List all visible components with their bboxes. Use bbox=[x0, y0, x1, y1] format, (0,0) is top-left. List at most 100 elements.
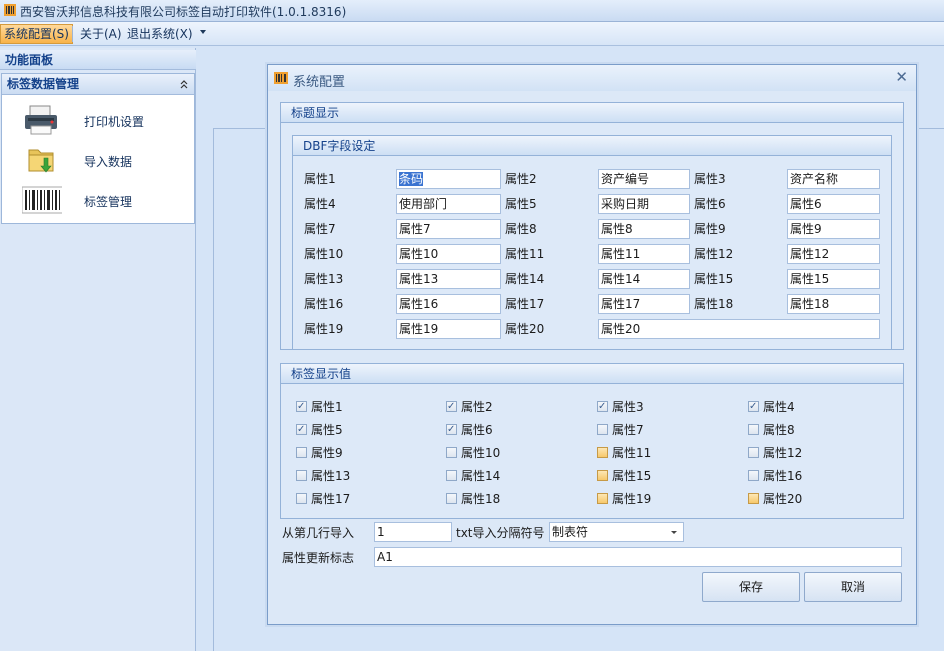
field-value: 使用部门 bbox=[399, 197, 448, 211]
menu-overflow-arrow-icon[interactable] bbox=[200, 30, 206, 34]
checkbox-checked-icon[interactable] bbox=[296, 399, 307, 415]
field-value: 采购日期 bbox=[601, 197, 650, 211]
separator-select[interactable]: 制表符 bbox=[549, 522, 684, 542]
field-label: 属性10 bbox=[304, 247, 344, 261]
checkbox-unchecked-icon[interactable] bbox=[748, 447, 759, 458]
sidebar-item-import-data[interactable]: 导入数据 bbox=[2, 142, 194, 178]
function-panel: 功能面板 标签数据管理 打印机设置 导入数据 标签管理 bbox=[0, 48, 196, 651]
field-label: 属性8 bbox=[505, 222, 537, 236]
field-input[interactable]: 属性13 bbox=[396, 269, 501, 289]
field-value: 属性6 bbox=[790, 197, 822, 211]
checkbox-unchecked-icon[interactable] bbox=[296, 447, 307, 458]
system-config-dialog: 系统配置 ✕ 标题显示 DBF字段设定 属性1 条码 属性2 资产编号 属性3 资产名称属… bbox=[267, 64, 917, 625]
checkbox-label: 属性6 bbox=[461, 423, 493, 437]
sidebar-item-printer-settings[interactable]: 打印机设置 bbox=[2, 102, 194, 138]
checkbox-unchecked-icon[interactable] bbox=[296, 493, 307, 504]
collapse-chevron-icon[interactable] bbox=[179, 79, 189, 89]
cancel-button[interactable]: 取消 bbox=[804, 572, 902, 602]
sidebar-item-label-management[interactable]: 标签管理 bbox=[2, 182, 194, 218]
checkbox-checked-icon[interactable] bbox=[748, 399, 759, 415]
dbf-field-group: DBF字段设定 属性1 条码 属性2 资产编号 属性3 资产名称 属性4 使用部门 属性5 采购日… bbox=[292, 135, 892, 350]
field-input[interactable]: 属性12 bbox=[787, 244, 880, 264]
field-input[interactable]: 使用部门 bbox=[396, 194, 501, 214]
field-value: 属性10 bbox=[399, 247, 439, 261]
field-input[interactable]: 属性7 bbox=[396, 219, 501, 239]
field-value: 属性9 bbox=[790, 222, 822, 236]
field-input[interactable]: 属性20 bbox=[598, 319, 880, 339]
checkbox-checked-icon[interactable] bbox=[296, 422, 307, 438]
field-label: 属性6 bbox=[694, 197, 726, 211]
group-header[interactable]: 标签数据管理 bbox=[2, 74, 194, 95]
checkbox-unchecked-icon[interactable] bbox=[748, 424, 759, 435]
field-input[interactable]: 条码 bbox=[396, 169, 501, 189]
group-title: 标签数据管理 bbox=[7, 77, 80, 91]
save-button[interactable]: 保存 bbox=[702, 572, 800, 602]
field-value: 资产编号 bbox=[601, 172, 650, 186]
field-label: 属性1 bbox=[304, 172, 336, 186]
field-input[interactable]: 属性14 bbox=[598, 269, 690, 289]
checkbox-label: 属性8 bbox=[763, 423, 795, 437]
field-input[interactable]: 属性18 bbox=[787, 294, 880, 314]
field-value: 属性17 bbox=[601, 297, 641, 311]
checkbox-unchecked-icon[interactable] bbox=[446, 470, 457, 481]
field-input[interactable]: 资产名称 bbox=[787, 169, 880, 189]
field-input[interactable]: 资产编号 bbox=[598, 169, 690, 189]
checkbox-label: 属性14 bbox=[461, 469, 501, 483]
field-input[interactable]: 属性17 bbox=[598, 294, 690, 314]
field-input[interactable]: 属性16 bbox=[396, 294, 501, 314]
checkbox-label: 属性18 bbox=[461, 492, 501, 506]
sidebar-item-label: 标签管理 bbox=[84, 195, 133, 209]
field-value: 属性12 bbox=[790, 247, 830, 261]
checkbox-label: 属性5 bbox=[311, 423, 343, 437]
field-input[interactable]: 属性11 bbox=[598, 244, 690, 264]
checkbox-unchecked-icon[interactable] bbox=[748, 470, 759, 481]
field-input[interactable]: 属性9 bbox=[787, 219, 880, 239]
menu-system-config[interactable]: 系统配置(S) bbox=[0, 24, 73, 44]
checkbox-unchecked-icon[interactable] bbox=[597, 493, 608, 504]
menu-bar: 系统配置(S) 关于(A) 退出系统(X) bbox=[0, 22, 944, 46]
update-flag-input[interactable]: A1 bbox=[374, 547, 902, 567]
checkbox-label: 属性15 bbox=[612, 469, 652, 483]
title-display-header: 标题显示 bbox=[281, 103, 903, 123]
close-icon[interactable]: ✕ bbox=[895, 68, 908, 86]
field-input[interactable]: 属性6 bbox=[787, 194, 880, 214]
barcode-icon bbox=[22, 186, 62, 214]
field-label: 属性18 bbox=[694, 297, 734, 311]
checkbox-label: 属性10 bbox=[461, 446, 501, 460]
checkbox-unchecked-icon[interactable] bbox=[748, 493, 759, 504]
field-value: 属性16 bbox=[399, 297, 439, 311]
checkbox-checked-icon[interactable] bbox=[597, 399, 608, 415]
checkbox-label: 属性1 bbox=[311, 400, 343, 414]
start-row-input[interactable]: 1 bbox=[374, 522, 452, 542]
dialog-title-bar[interactable]: 系统配置 ✕ bbox=[268, 65, 916, 91]
start-row-label: 从第几行导入 bbox=[282, 526, 355, 540]
checkbox-checked-icon[interactable] bbox=[446, 399, 457, 415]
dialog-title: 系统配置 bbox=[293, 75, 346, 90]
checkbox-label: 属性11 bbox=[612, 446, 652, 460]
field-input[interactable]: 属性19 bbox=[396, 319, 501, 339]
field-input[interactable]: 属性15 bbox=[787, 269, 880, 289]
window-title-bar: 西安智沃邦信息科技有限公司标签自动打印软件(1.0.1.8316) bbox=[0, 0, 944, 22]
field-input[interactable]: 属性8 bbox=[598, 219, 690, 239]
data-management-group: 标签数据管理 打印机设置 导入数据 标签管理 bbox=[1, 73, 195, 224]
menu-exit[interactable]: 退出系统(X) bbox=[124, 24, 196, 44]
field-label: 属性5 bbox=[505, 197, 537, 211]
checkbox-unchecked-icon[interactable] bbox=[597, 424, 608, 435]
field-value: 属性14 bbox=[601, 272, 641, 286]
chevron-down-icon[interactable] bbox=[671, 531, 677, 534]
checkbox-unchecked-icon[interactable] bbox=[296, 470, 307, 481]
checkbox-checked-icon[interactable] bbox=[446, 422, 457, 438]
checkbox-unchecked-icon[interactable] bbox=[446, 447, 457, 458]
field-label: 属性16 bbox=[304, 297, 344, 311]
field-label: 属性20 bbox=[505, 322, 545, 336]
checkbox-unchecked-icon[interactable] bbox=[446, 493, 457, 504]
menu-about[interactable]: 关于(A) bbox=[77, 24, 125, 44]
field-label: 属性11 bbox=[505, 247, 545, 261]
field-input[interactable]: 属性10 bbox=[396, 244, 501, 264]
dbf-field-header: DBF字段设定 bbox=[293, 136, 891, 156]
field-input[interactable]: 采购日期 bbox=[598, 194, 690, 214]
checkbox-label: 属性12 bbox=[763, 446, 803, 460]
title-display-group: 标题显示 DBF字段设定 属性1 条码 属性2 资产编号 属性3 资产名称 属性4 使用部门属… bbox=[280, 102, 904, 350]
checkbox-unchecked-icon[interactable] bbox=[597, 447, 608, 458]
checkbox-unchecked-icon[interactable] bbox=[597, 470, 608, 481]
